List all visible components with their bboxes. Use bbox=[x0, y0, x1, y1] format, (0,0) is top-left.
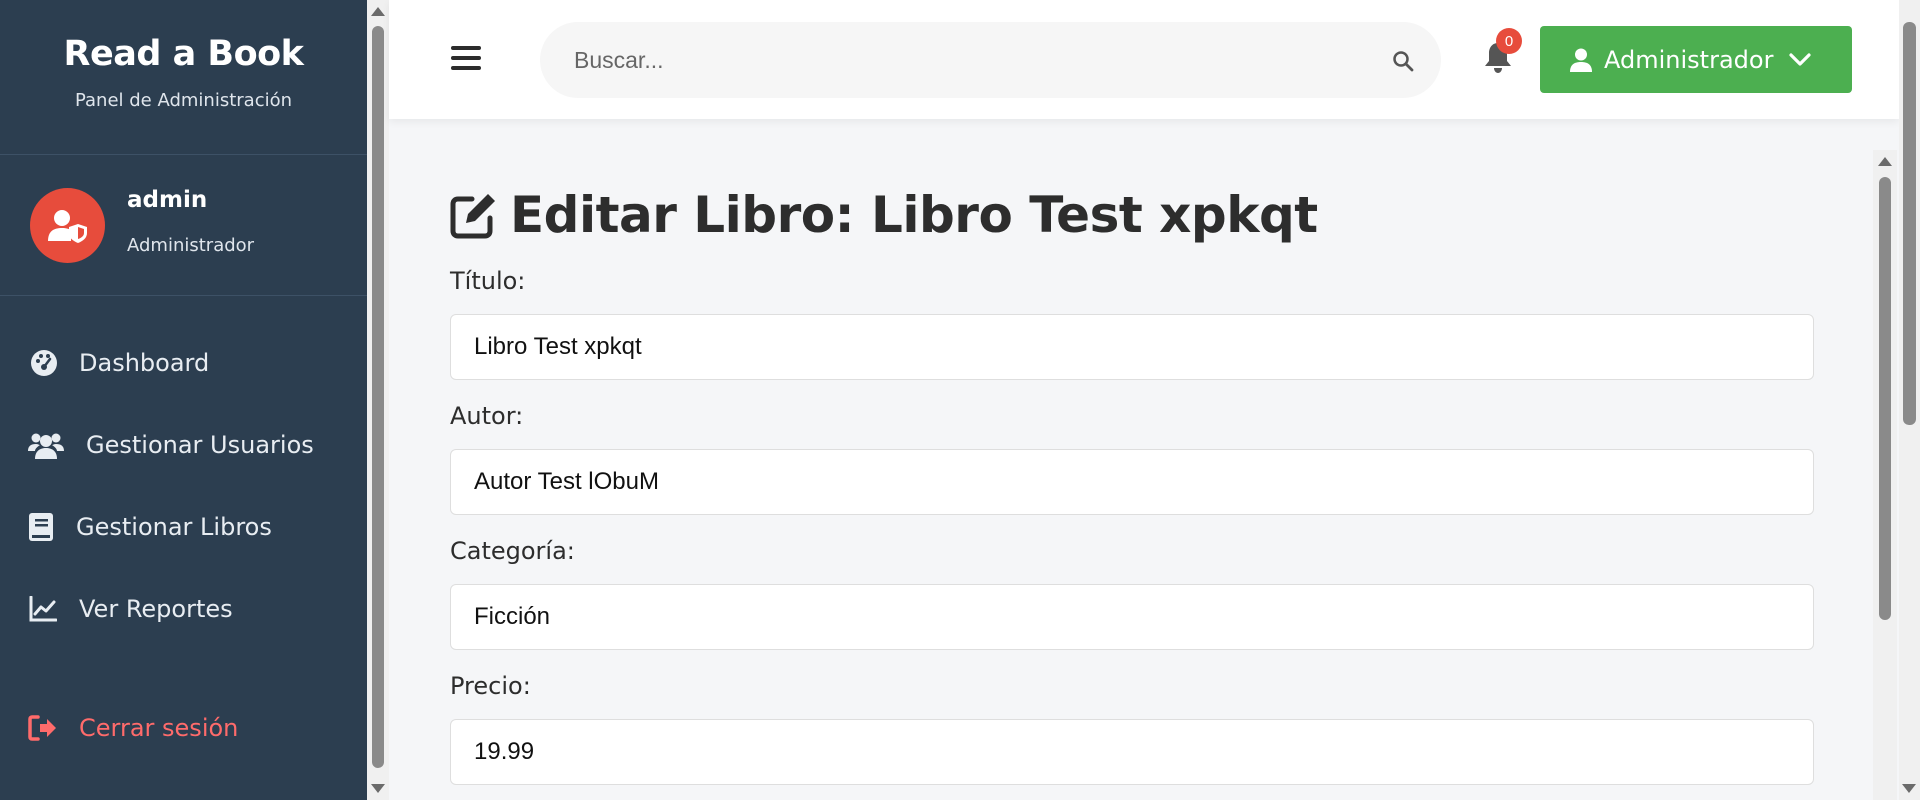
page-title-text: Editar Libro: Libro Test xpkqt bbox=[510, 186, 1318, 244]
user-menu-button[interactable]: Administrador bbox=[1540, 26, 1852, 93]
user-menu-label: Administrador bbox=[1604, 45, 1774, 74]
price-field[interactable] bbox=[450, 719, 1814, 785]
brand-subtitle: Panel de Administración bbox=[74, 90, 293, 111]
title-label: Título: bbox=[450, 267, 526, 295]
chart-line-icon bbox=[28, 593, 58, 625]
sidebar-item-label: Gestionar Libros bbox=[76, 513, 272, 541]
title-field[interactable] bbox=[450, 314, 1814, 380]
notification-badge: 0 bbox=[1496, 28, 1522, 54]
search-box bbox=[540, 22, 1441, 98]
sidebar-item-label: Ver Reportes bbox=[79, 595, 233, 623]
scroll-up-arrow-icon[interactable] bbox=[1878, 157, 1892, 166]
user-icon bbox=[1570, 48, 1592, 72]
sidebar-item-dashboard[interactable]: Dashboard bbox=[0, 331, 367, 395]
brand-title[interactable]: Read a Book bbox=[0, 34, 367, 74]
content-scrollbar[interactable] bbox=[1873, 150, 1897, 800]
users-icon bbox=[28, 429, 64, 461]
price-label: Precio: bbox=[450, 672, 531, 700]
sidebar-item-label: Dashboard bbox=[79, 349, 210, 377]
chevron-down-icon bbox=[1789, 52, 1812, 66]
sidebar: Read a Book Panel de Administración admi… bbox=[0, 0, 367, 800]
scroll-up-arrow-icon[interactable] bbox=[371, 7, 385, 16]
scrollbar-thumb[interactable] bbox=[1879, 177, 1891, 620]
edit-book-form: Editar Libro: Libro Test xpkqt Título: A… bbox=[450, 150, 1815, 785]
brand: Read a Book Panel de Administración bbox=[0, 0, 367, 155]
category-field[interactable] bbox=[450, 584, 1814, 650]
search-input[interactable] bbox=[574, 40, 1354, 80]
sidebar-scrollbar[interactable] bbox=[367, 0, 389, 800]
scroll-down-arrow-icon[interactable] bbox=[371, 784, 385, 793]
menu-toggle-icon[interactable] bbox=[451, 46, 481, 70]
logout-icon bbox=[28, 712, 58, 744]
user-profile: admin Administrador bbox=[0, 155, 367, 296]
top-header: 0 Administrador bbox=[389, 0, 1899, 119]
sidebar-item-label: Gestionar Usuarios bbox=[86, 431, 314, 459]
scroll-down-arrow-icon[interactable] bbox=[1902, 784, 1916, 793]
page-scrollbar[interactable] bbox=[1899, 0, 1920, 800]
book-icon bbox=[28, 511, 54, 543]
scrollbar-thumb[interactable] bbox=[372, 26, 384, 768]
category-label: Categoría: bbox=[450, 537, 575, 565]
page-title: Editar Libro: Libro Test xpkqt bbox=[450, 175, 1815, 255]
author-label: Autor: bbox=[450, 402, 524, 430]
sidebar-item-reports[interactable]: Ver Reportes bbox=[0, 577, 367, 641]
user-role: Administrador bbox=[127, 235, 255, 256]
user-name: admin bbox=[127, 187, 208, 213]
edit-icon bbox=[450, 194, 495, 239]
user-shield-icon bbox=[30, 188, 105, 263]
sidebar-item-books[interactable]: Gestionar Libros bbox=[0, 495, 367, 559]
author-field[interactable] bbox=[450, 449, 1814, 515]
logout-button[interactable]: Cerrar sesión bbox=[0, 696, 367, 760]
sidebar-item-users[interactable]: Gestionar Usuarios bbox=[0, 413, 367, 477]
dashboard-gauge-icon bbox=[28, 347, 60, 379]
logout-label: Cerrar sesión bbox=[79, 714, 239, 742]
scrollbar-thumb[interactable] bbox=[1903, 22, 1916, 425]
search-icon[interactable] bbox=[1392, 50, 1414, 72]
